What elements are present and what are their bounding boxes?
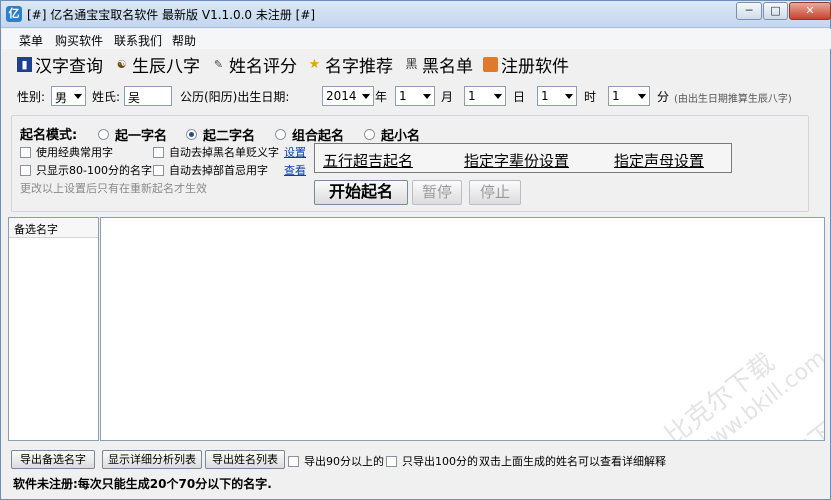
day-select[interactable]: 1 (464, 86, 506, 106)
tool-label: 姓名评分 (229, 56, 297, 77)
app-icon: 亿 (6, 6, 22, 22)
chevron-down-icon (638, 94, 646, 99)
radio-combined[interactable]: 组合起名 (275, 125, 344, 144)
checkbox-only-80-100[interactable]: 只显示80-100分的名字 (20, 162, 152, 178)
generation-char-link[interactable]: 指定字辈份设置 (464, 150, 569, 171)
pause-button[interactable]: 暂停 (412, 180, 462, 205)
tool-blacklist[interactable]: 黑 黑名单 (404, 52, 473, 77)
start-naming-button[interactable]: 开始起名 (314, 180, 408, 205)
radio-circle-selected (186, 129, 197, 140)
tool-label: 汉字查询 (35, 56, 103, 77)
year-unit: 年 (375, 90, 388, 104)
tool-recommend[interactable]: ★ 名字推荐 (307, 52, 393, 77)
status-bar: 软件未注册:每次只能生成20个70分以下的名字. (13, 477, 272, 491)
candidate-names-list[interactable]: 备选名字 (8, 217, 99, 441)
birthday-label: 公历(阳历)出生日期: (180, 90, 290, 104)
tool-name-score[interactable]: ✎ 姓名评分 (211, 52, 297, 77)
radio-two-char[interactable]: 起二字名 (186, 125, 255, 144)
checkbox-classic-chars[interactable]: 使用经典常用字 (20, 144, 113, 160)
double-click-hint: 双击上面生成的姓名可以查看详细解释 (479, 455, 666, 468)
initial-consonant-link[interactable]: 指定声母设置 (614, 150, 704, 171)
gender-select[interactable]: 男 (51, 86, 86, 106)
register-icon (483, 56, 498, 72)
menu-item-help[interactable]: 帮助 (172, 32, 196, 49)
close-button[interactable]: ✕ (789, 2, 831, 20)
menu-bar: 菜单 购买软件 联系我们 帮助 (2, 29, 831, 49)
export-candidates-button[interactable]: 导出备选名字 (11, 450, 95, 469)
view-link[interactable]: 查看 (284, 162, 306, 178)
menu-item-buy[interactable]: 购买软件 (55, 32, 103, 49)
checkbox-remove-taboo[interactable]: 自动去掉部首忌用字 (153, 162, 268, 178)
column-header[interactable]: 备选名字 (9, 218, 98, 238)
title-bar: 亿 [#] 亿名通宝宝取名软件 最新版 V1.1.0.0 未注册 [#] ─ □… (1, 1, 831, 28)
birth-info-row: 性别: 男 姓氏: 吴 公历(阳历)出生日期: 2014 年 1 月 1 日 1… (2, 83, 831, 109)
chevron-down-icon (565, 94, 573, 99)
radio-circle (98, 129, 109, 140)
tool-bazi[interactable]: ☯ 生辰八字 (114, 52, 200, 77)
mode-label: 起名模式: (20, 128, 78, 143)
tool-hanzi-query[interactable]: ▮ 汉字查询 (17, 52, 103, 77)
surname-input[interactable]: 吴 (124, 86, 172, 106)
advanced-settings-box: 五行超吉起名 指定字辈份设置 指定声母设置 (314, 143, 732, 173)
edit-icon: ✎ (213, 57, 224, 71)
tool-label: 生辰八字 (132, 56, 200, 77)
tool-label: 注册软件 (501, 56, 569, 77)
birthday-hint: (由出生日期推算生辰八字) (674, 94, 792, 105)
settings-note: 更改以上设置后只有在重新起名才生效 (20, 182, 207, 195)
checkbox-remove-blacklist[interactable]: 自动去掉黑名单贬义字 (153, 144, 279, 160)
minute-unit: 分 (657, 90, 670, 104)
results-pane[interactable]: 比克尔下载 www.bkill.com 比克尔下载 (100, 217, 825, 441)
menu-item-contact[interactable]: 联系我们 (114, 32, 162, 49)
hour-unit: 时 (584, 90, 597, 104)
show-analysis-button[interactable]: 显示详细分析列表 (102, 450, 202, 469)
toolbar: ▮ 汉字查询 ☯ 生辰八字 ✎ 姓名评分 ★ 名字推荐 黑 黑名单 注册软件 (2, 50, 831, 78)
chevron-down-icon (494, 94, 502, 99)
bottom-toolbar: 导出备选名字 显示详细分析列表 导出姓名列表 导出90分以上的 只导出100分的… (2, 447, 831, 471)
stop-button[interactable]: 停止 (469, 180, 521, 205)
minimize-button[interactable]: ─ (736, 2, 762, 20)
naming-options-group: 起名模式: 起一字名 起二字名 组合起名 起小名 使用经典常用字 自动去掉黑名单… (11, 115, 809, 212)
star-icon: ★ (308, 56, 321, 72)
radio-circle (364, 129, 375, 140)
month-unit: 月 (441, 90, 454, 104)
tool-register[interactable]: 注册软件 (483, 52, 569, 77)
export-names-button[interactable]: 导出姓名列表 (205, 450, 285, 469)
tool-label: 黑名单 (422, 56, 473, 77)
radio-nickname[interactable]: 起小名 (364, 125, 420, 144)
chevron-down-icon (362, 94, 370, 99)
menu-item-menu[interactable]: 菜单 (19, 32, 43, 49)
tool-label: 名字推荐 (325, 56, 393, 77)
checkbox-export-90[interactable]: 导出90分以上的 (288, 453, 384, 469)
settings-link[interactable]: 设置 (284, 144, 306, 160)
bagua-icon: ☯ (116, 57, 127, 71)
maximize-button[interactable]: □ (763, 2, 788, 20)
year-select[interactable]: 2014 (322, 86, 374, 106)
window-title: [#] 亿名通宝宝取名软件 最新版 V1.1.0.0 未注册 [#] (27, 8, 316, 22)
day-unit: 日 (513, 90, 526, 104)
minute-select[interactable]: 1 (608, 86, 650, 106)
app-window: 亿 [#] 亿名通宝宝取名软件 最新版 V1.1.0.0 未注册 [#] ─ □… (0, 0, 831, 500)
five-elements-link[interactable]: 五行超吉起名 (323, 150, 413, 171)
month-select[interactable]: 1 (395, 86, 435, 106)
surname-label: 姓氏: (92, 90, 121, 104)
book-icon: ▮ (17, 56, 32, 72)
chevron-down-icon (74, 94, 82, 99)
checkbox-export-100[interactable]: 只导出100分的 (386, 453, 478, 469)
blacklist-icon: 黑 (405, 56, 418, 71)
gender-label: 性别: (17, 90, 46, 104)
radio-circle (275, 129, 286, 140)
chevron-down-icon (423, 94, 431, 99)
radio-one-char[interactable]: 起一字名 (98, 125, 167, 144)
hour-select[interactable]: 1 (537, 86, 577, 106)
